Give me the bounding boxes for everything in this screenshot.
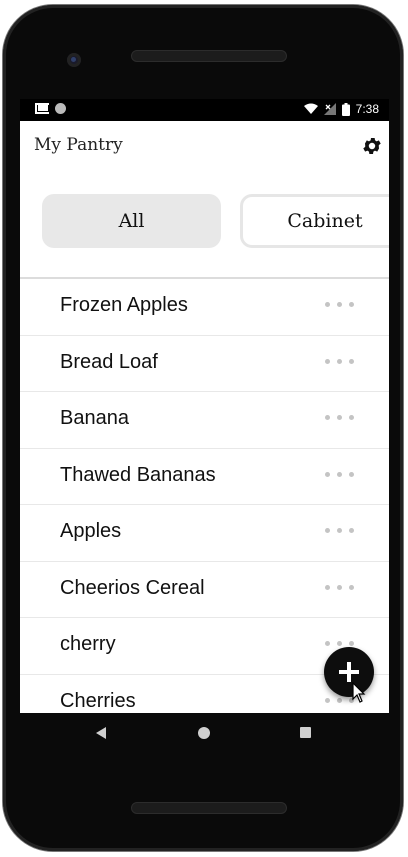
list-item[interactable]: Thawed Bananas xyxy=(20,449,389,505)
item-name: Cheerios Cereal xyxy=(60,576,205,599)
app-screen: My Pantry All Cabinet Frozen Apples Brea… xyxy=(20,121,389,713)
add-item-button[interactable] xyxy=(324,647,374,697)
back-icon[interactable] xyxy=(96,727,106,739)
item-name: Frozen Apples xyxy=(60,294,188,316)
list-item[interactable]: Frozen Apples xyxy=(20,279,389,336)
filter-chip-label: All xyxy=(118,210,145,232)
mouse-cursor-icon xyxy=(352,682,366,703)
item-name: Bread Loaf xyxy=(60,350,158,373)
more-horizontal-icon[interactable] xyxy=(325,354,355,368)
item-name: Thawed Bananas xyxy=(60,463,216,486)
filter-chip-cabinet[interactable]: Cabinet xyxy=(240,194,389,248)
item-name: Cherries xyxy=(60,689,136,712)
more-horizontal-icon[interactable] xyxy=(325,297,355,311)
more-horizontal-icon[interactable] xyxy=(325,580,355,594)
item-name: Apples xyxy=(60,520,122,542)
battery-icon xyxy=(341,102,350,116)
home-icon[interactable] xyxy=(198,727,210,739)
status-time: 7:38 xyxy=(355,102,379,116)
item-name: cherry xyxy=(60,633,116,655)
more-horizontal-icon[interactable] xyxy=(325,410,355,424)
gear-icon[interactable] xyxy=(361,135,383,157)
notification-dot-icon xyxy=(55,103,66,114)
page-title: My Pantry xyxy=(34,135,123,155)
filter-chips: All Cabinet xyxy=(20,181,389,277)
app-bar: My Pantry xyxy=(20,121,389,173)
filter-chip-all[interactable]: All xyxy=(42,194,221,248)
list-item[interactable]: Apples xyxy=(20,505,389,562)
list-item[interactable]: Bread Loaf xyxy=(20,336,389,392)
bottom-speaker xyxy=(131,802,287,814)
gmail-icon xyxy=(35,103,49,114)
list-item[interactable]: Banana xyxy=(20,392,389,449)
status-bar: 7:38 xyxy=(20,99,389,121)
earpiece-speaker xyxy=(131,50,287,62)
more-horizontal-icon[interactable] xyxy=(325,467,355,481)
front-camera xyxy=(67,53,81,67)
item-name: Banana xyxy=(60,407,129,429)
list-item[interactable]: Cheerios Cereal xyxy=(20,562,389,618)
no-signal-icon xyxy=(323,103,336,115)
more-horizontal-icon[interactable] xyxy=(325,523,355,537)
plus-icon xyxy=(339,662,359,682)
recents-icon[interactable] xyxy=(300,727,311,738)
wifi-icon xyxy=(303,103,318,114)
system-nav-bar xyxy=(20,713,389,753)
pantry-list: Frozen Apples Bread Loaf Banana Thawed B… xyxy=(20,279,389,713)
filter-chip-label: Cabinet xyxy=(287,210,363,232)
